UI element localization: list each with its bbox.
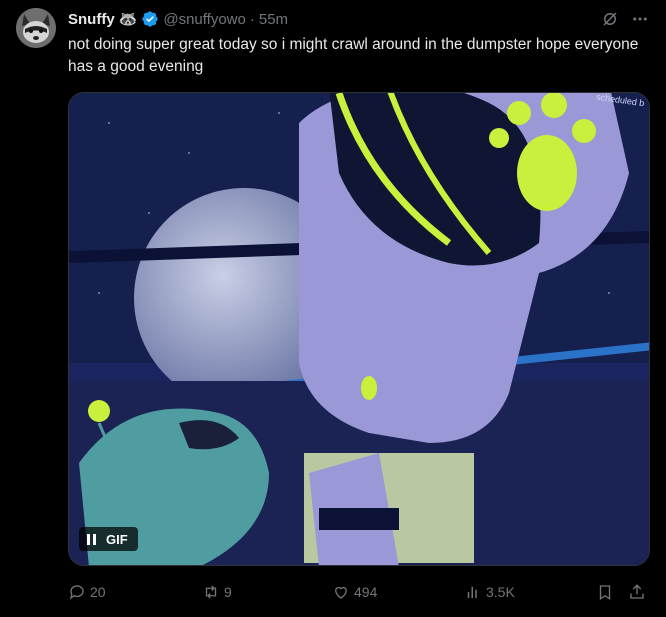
share-icon xyxy=(630,584,644,599)
timestamp[interactable]: 55m xyxy=(259,11,288,28)
bookmark-icon xyxy=(599,585,611,601)
views-count: 3.5K xyxy=(486,584,515,600)
reply-count: 20 xyxy=(90,584,106,600)
views-icon xyxy=(467,586,477,598)
author-name[interactable]: Snuffy xyxy=(68,11,115,28)
tweet-header: Snuffy 🦝 @snuffyowo · 55m xyxy=(68,9,288,29)
author-handle[interactable]: @snuffyowo xyxy=(163,11,246,28)
grok-icon[interactable] xyxy=(600,9,620,29)
repost-icon xyxy=(205,585,217,599)
gif-media[interactable]: scheduled b GIF xyxy=(68,92,650,566)
reply-icon xyxy=(69,585,84,600)
header-actions xyxy=(600,9,650,29)
heart-icon xyxy=(335,586,347,599)
more-icon[interactable] xyxy=(630,9,650,29)
tweet-text: not doing super great today so i might c… xyxy=(68,36,639,75)
gif-badge[interactable]: GIF xyxy=(79,527,138,551)
avatar[interactable] xyxy=(16,8,56,48)
action-bar: 20 9 494 3.5K xyxy=(68,580,650,604)
gif-frame xyxy=(69,93,649,565)
repost-button[interactable]: 9 xyxy=(202,580,232,604)
raccoon-emoji: 🦝 xyxy=(118,11,138,28)
reply-button[interactable]: 20 xyxy=(68,580,106,604)
separator-dot: · xyxy=(249,10,255,28)
tweet[interactable]: Snuffy 🦝 @snuffyowo · 55m not doing supe… xyxy=(0,0,666,617)
repost-count: 9 xyxy=(224,584,232,600)
share-button[interactable] xyxy=(628,580,646,604)
bookmark-button[interactable] xyxy=(596,580,614,604)
verified-badge-icon[interactable] xyxy=(141,10,159,28)
pause-icon[interactable] xyxy=(87,533,96,545)
like-count: 494 xyxy=(354,584,378,600)
gif-label: GIF xyxy=(106,531,128,547)
like-button[interactable]: 494 xyxy=(332,580,377,604)
views-button[interactable]: 3.5K xyxy=(464,580,515,604)
